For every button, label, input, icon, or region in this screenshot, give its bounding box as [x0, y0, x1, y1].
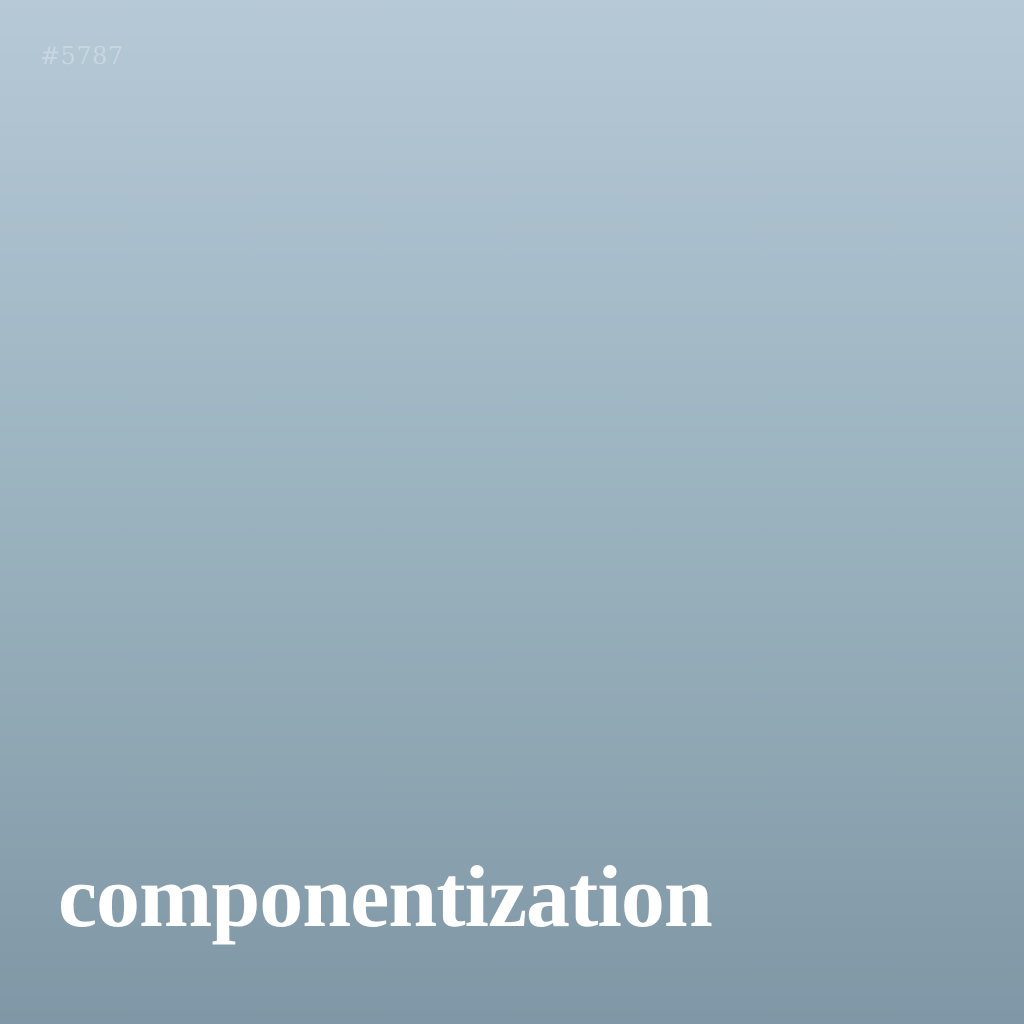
card-id-label: #5787 — [40, 42, 124, 70]
word-card: #5787 componentization — [0, 0, 1024, 1024]
card-word-title: componentization — [58, 849, 713, 946]
